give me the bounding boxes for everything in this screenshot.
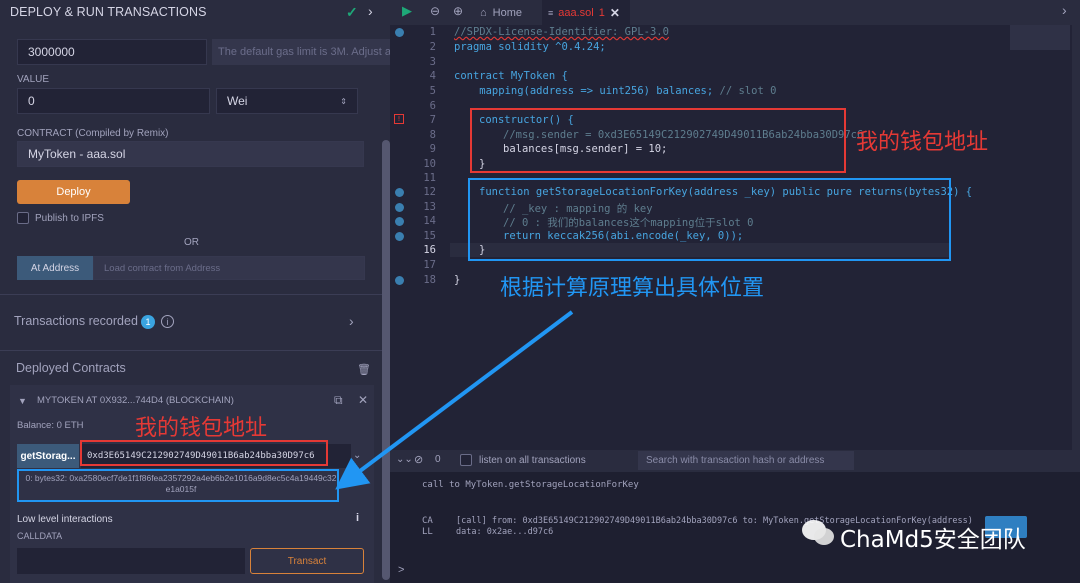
watermark-text: ChaMd5安全团队 xyxy=(840,527,1026,553)
annotation-arrow xyxy=(335,310,574,490)
wechat-icon xyxy=(802,518,836,546)
